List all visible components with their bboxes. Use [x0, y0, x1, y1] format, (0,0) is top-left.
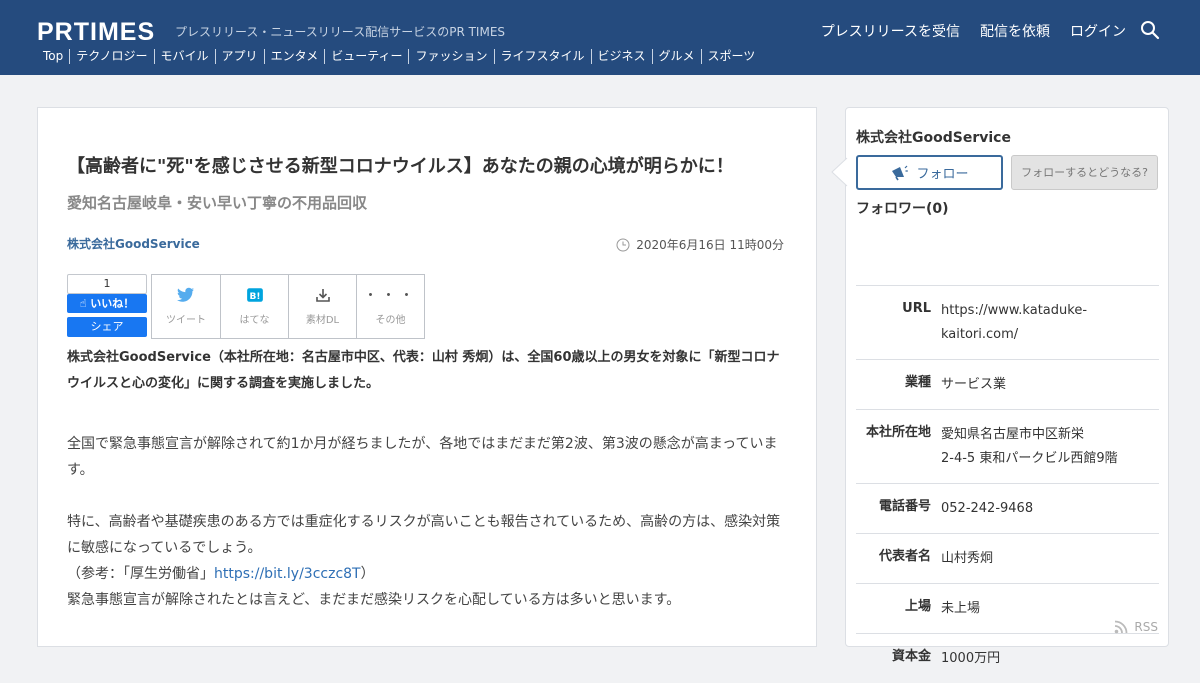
info-label: 電話番号 [878, 499, 931, 514]
info-value: 052-242-9468 [941, 501, 1034, 516]
info-value: 山村秀炯 [941, 551, 994, 566]
category-nav: Top テクノロジー モバイル アプリ エンタメ ビューティー ファッション ラ… [37, 49, 761, 64]
body-paragraph: 緊急事態宣言が解除されたとは言えど、まだまだ感染リスクを心配している方は多いと思… [67, 592, 681, 608]
category-app[interactable]: アプリ [214, 49, 264, 64]
category-business[interactable]: ビジネス [590, 49, 652, 64]
info-label: 業種 [904, 375, 931, 390]
category-top[interactable]: Top [37, 49, 69, 64]
category-technology[interactable]: テクノロジー [69, 49, 153, 64]
info-label: URL [902, 301, 931, 316]
body-paragraph: 特に、高齢者や基礎疾患のある方では重症化するリスクが高いことも報告されているため… [67, 514, 781, 556]
download-icon [315, 289, 330, 302]
body-paragraph: 全国で緊急事態宣言が解除されて約1か月が経ちましたが、各地ではまだまだ第2波、第… [67, 436, 778, 478]
like-button[interactable]: ☝ いいね！ [67, 294, 147, 313]
category-beauty[interactable]: ビューティー [324, 49, 408, 64]
category-lifestyle[interactable]: ライフスタイル [493, 49, 591, 64]
info-row-industry: 業種 サービス業 [856, 359, 1159, 409]
twitter-icon [177, 287, 194, 302]
info-row-address: 本社所在地 愛知県名古屋市中区新栄 2-4-5 東和パークビル西館9階 [856, 409, 1159, 483]
site-logo[interactable]: PRTIMES [37, 18, 155, 47]
company-sidebar: 株式会社GoodService フォロー フォローするとどうなる? フォロワー(… [831, 107, 1169, 666]
company-link[interactable]: 株式会社GoodService [67, 235, 200, 252]
article-title: 【高齢者に"死"を感じさせる新型コロナウイルス】あなたの親の心境が明らかに！ [67, 156, 734, 177]
like-count: 1 [67, 274, 147, 294]
article-body: 全国で緊急事態宣言が解除されて約1か月が経ちましたが、各地ではまだまだ第2波、第… [67, 431, 783, 613]
address-line-1: 愛知県名古屋市中区新栄 [941, 427, 1085, 442]
company-url-link[interactable]: https://www.kataduke-kaitori.com/ [941, 299, 1159, 347]
info-label: 本社所在地 [865, 425, 931, 440]
category-sports[interactable]: スポーツ [700, 49, 762, 64]
category-fashion[interactable]: ファッション [408, 49, 493, 64]
search-icon[interactable] [1140, 20, 1160, 40]
info-value: 1000万円 [941, 651, 1001, 666]
sidebar-company-name[interactable]: 株式会社GoodService [856, 127, 1011, 147]
rss-label: RSS [1134, 620, 1158, 634]
publish-date: 2020年6月16日 11時00分 [616, 236, 784, 253]
category-entertainment[interactable]: エンタメ [263, 49, 325, 64]
request-distribution-link[interactable]: 配信を依頼 [980, 21, 1050, 41]
info-row-capital: 資本金 1000万円 [856, 633, 1159, 683]
facebook-share-button[interactable]: シェア [67, 317, 147, 337]
svg-text:B!: B! [249, 292, 260, 302]
login-link[interactable]: ログイン [1070, 21, 1126, 41]
info-value: 愛知県名古屋市中区新栄 2-4-5 東和パークビル西館9階 [941, 423, 1159, 471]
facebook-widget: 1 ☝ いいね！ シェア [67, 274, 147, 337]
receive-press-release-link[interactable]: プレスリリースを受信 [821, 21, 960, 41]
more-dots-icon: ・・・ [363, 288, 418, 304]
hatena-icon: B! [246, 288, 263, 302]
info-row-url: URL https://www.kataduke-kaitori.com/ [856, 285, 1159, 359]
info-label: 上場 [904, 599, 931, 614]
info-row-representative: 代表者名 山村秀炯 [856, 533, 1159, 583]
more-share-button[interactable]: ・・・ その他 [356, 275, 424, 338]
share-buttons: ツイート B! はてな 素材DL ・・・ その他 [151, 274, 425, 339]
follow-button[interactable]: フォロー [856, 155, 1003, 190]
site-tagline: プレスリリース・ニュースリリース配信サービスのPR TIMES [175, 25, 506, 39]
header-nav: プレスリリースを受信 配信を依頼 ログイン [821, 21, 1126, 41]
article-subtitle: 愛知名古屋岐阜・安い早い丁寧の不用品回収 [67, 194, 368, 212]
reference-link[interactable]: https://bit.ly/3cczc8T [214, 566, 361, 582]
follow-button-label: フォロー [916, 167, 969, 182]
speech-arrow [831, 157, 848, 187]
info-value: 未上場 [941, 601, 981, 616]
site-header: PRTIMES プレスリリース・ニュースリリース配信サービスのPR TIMES … [0, 0, 1200, 75]
article-card: 【高齢者に"死"を感じさせる新型コロナウイルス】あなたの親の心境が明らかに！ 愛… [37, 107, 817, 647]
tweet-button[interactable]: ツイート [152, 275, 220, 338]
info-row-phone: 電話番号 052-242-9468 [856, 483, 1159, 533]
rss-icon [1115, 620, 1128, 634]
address-line-2: 2-4-5 東和パークビル西館9階 [941, 451, 1118, 466]
article-lead: 株式会社GoodService（本社所在地：名古屋市中区、代表：山村 秀炯）は、… [67, 350, 780, 391]
reference-line: （参考：「厚生労働省」https://bit.ly/3cczc8T） [67, 561, 783, 587]
more-share-label: その他 [375, 315, 406, 326]
thumbs-up-icon: ☝ [79, 297, 87, 310]
like-button-label: いいね！ [90, 297, 135, 310]
material-download-button[interactable]: 素材DL [288, 275, 356, 338]
info-label: 資本金 [891, 649, 931, 664]
hatena-label: はてな [239, 315, 270, 326]
rss-link[interactable]: RSS [1114, 620, 1158, 634]
tweet-label: ツイート [166, 315, 206, 326]
material-download-label: 素材DL [305, 315, 340, 326]
publish-date-text: 2020年6月16日 11時00分 [636, 238, 784, 252]
reference-suffix: ） [360, 566, 375, 582]
followers-count: フォロワー(0) [856, 201, 949, 217]
reference-prefix: （参考：「厚生労働省」 [67, 566, 214, 582]
category-mobile[interactable]: モバイル [153, 49, 215, 64]
hatena-button[interactable]: B! はてな [220, 275, 288, 338]
clock-icon [616, 238, 630, 251]
megaphone-icon [892, 165, 909, 180]
category-gourmet[interactable]: グルメ [651, 49, 701, 64]
what-happens-when-following-button[interactable]: フォローするとどうなる? [1011, 155, 1158, 190]
info-label: 代表者名 [878, 549, 931, 564]
info-value: サービス業 [941, 377, 1007, 392]
